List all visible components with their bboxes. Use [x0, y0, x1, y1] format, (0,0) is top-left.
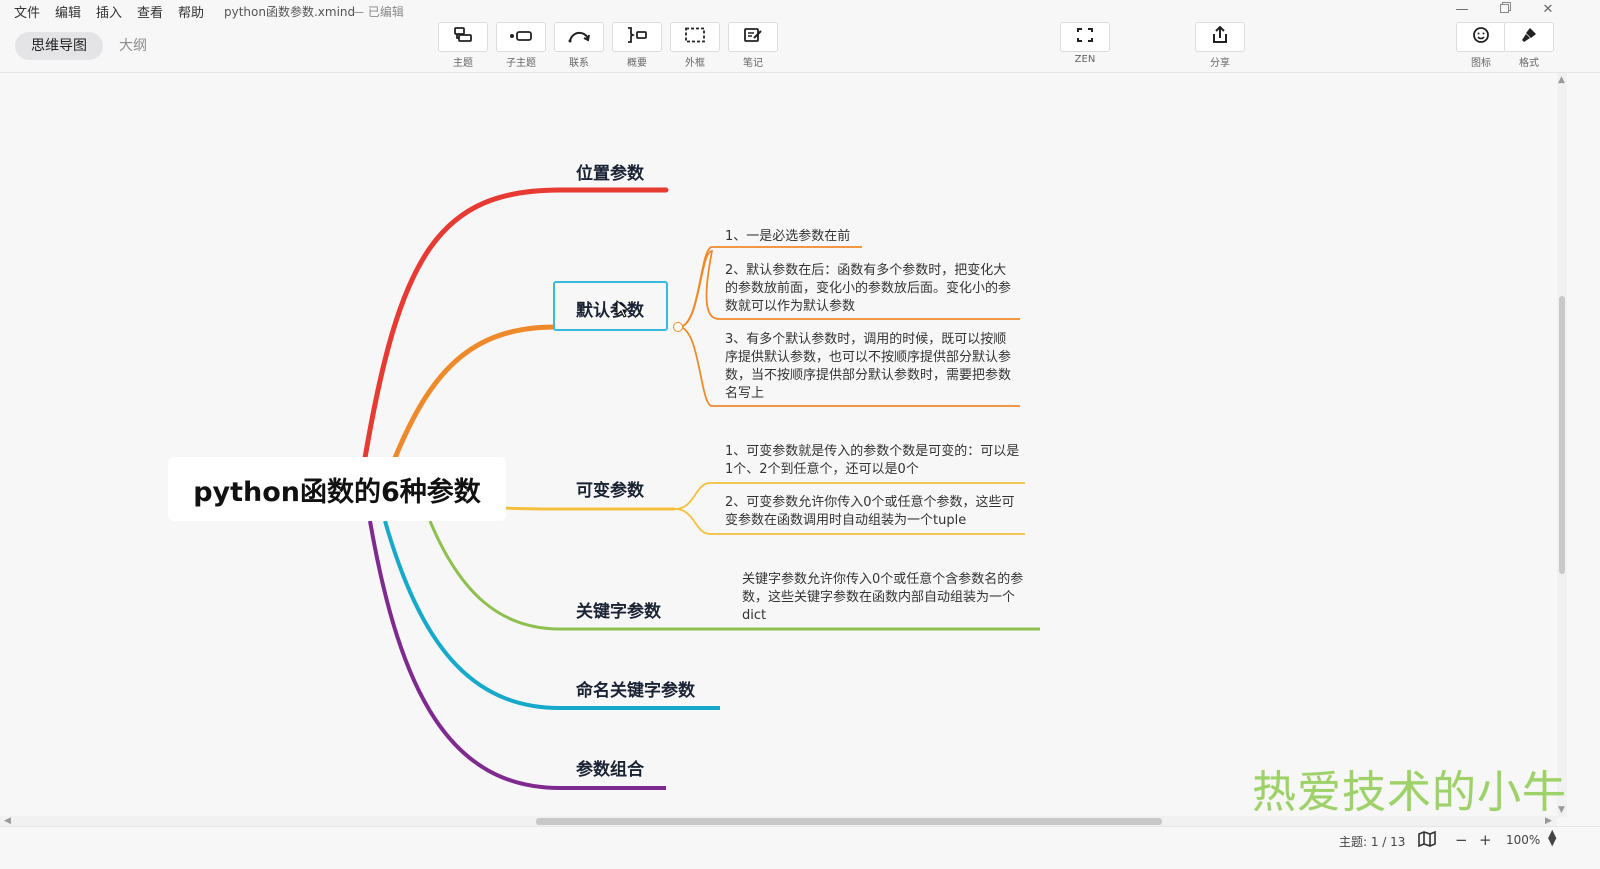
mouse-cursor-icon — [616, 299, 630, 322]
map-icon[interactable] — [1418, 830, 1436, 851]
smiley-icon — [1472, 26, 1490, 48]
icon-panel-button[interactable]: 图标 — [1456, 22, 1506, 69]
note-label: 笔记 — [743, 58, 763, 69]
branch-topic-varargs[interactable]: 可变参数 — [576, 476, 644, 501]
document-title: python函数参数.xmind — [224, 5, 356, 19]
document-status: — 已编辑 — [352, 5, 404, 19]
zoom-in-icon[interactable]: + — [1479, 831, 1492, 849]
horizontal-scroll-thumb[interactable] — [536, 818, 1162, 825]
subtopic-kwargs-1[interactable]: 关键字参数允许你传入0个或任意个含参数名的参数，这些关键字参数在函数内部自动组装… — [742, 571, 1034, 625]
menu-view[interactable]: 查看 — [137, 2, 163, 21]
zoom-level[interactable]: 100% — [1506, 833, 1540, 847]
relationship-label: 联系 — [569, 58, 589, 69]
zen-button[interactable]: ZEN — [1060, 22, 1110, 65]
topic-button[interactable]: 主题 — [438, 22, 488, 69]
branch-topic-named-kwargs[interactable]: 命名关键字参数 — [576, 676, 695, 701]
zoom-stepper-icon[interactable]: ▲ ▼ — [1548, 828, 1556, 847]
scroll-up-icon[interactable]: ▲ — [1558, 75, 1565, 85]
tab-outline[interactable]: 大纲 — [119, 32, 163, 60]
zoom-out-icon[interactable]: − — [1455, 831, 1468, 849]
tab-mindmap[interactable]: 思维导图 — [15, 32, 103, 60]
subtopic-button[interactable]: 子主题 — [496, 22, 546, 69]
vertical-scrollbar[interactable]: ▲ ▼ — [1557, 73, 1567, 818]
boundary-icon — [684, 27, 706, 47]
format-panel-button[interactable]: 格式 — [1504, 22, 1554, 69]
branch-line-6 — [368, 520, 666, 790]
zen-label: ZEN — [1074, 54, 1096, 65]
branch-topic-combination[interactable]: 参数组合 — [576, 755, 644, 780]
close-icon[interactable]: ✕ — [1538, 2, 1558, 17]
relationship-icon — [567, 28, 591, 47]
central-topic[interactable]: python函数的6种参数 — [168, 457, 506, 521]
summary-label: 概要 — [627, 58, 647, 69]
subtopic-varargs-1[interactable]: 1、可变参数就是传入的参数个数是可变的：可以是1个、2个到任意个，还可以是0个 — [725, 443, 1021, 479]
boundary-label: 外框 — [685, 58, 705, 69]
note-icon — [743, 27, 763, 47]
subtopic-label: 子主题 — [506, 58, 536, 69]
share-label: 分享 — [1210, 58, 1230, 69]
summary-button[interactable]: 概要 — [612, 22, 662, 69]
boundary-button[interactable]: 外框 — [670, 22, 720, 69]
restore-icon[interactable] — [1495, 2, 1515, 17]
branch-topic-kwargs[interactable]: 关键字参数 — [576, 597, 661, 622]
vertical-scroll-thumb[interactable] — [1559, 296, 1565, 574]
summary-icon — [625, 27, 649, 47]
subtopic-icon — [509, 28, 533, 47]
share-button[interactable]: 分享 — [1195, 22, 1245, 69]
topic-count: 主题: 1 / 13 — [1339, 835, 1406, 849]
menu-help[interactable]: 帮助 — [178, 2, 204, 21]
toolbar: 思维导图 大纲 主题 子主题 联系 概要 外框 笔记 ZEN 分享 图标 格式 — [0, 22, 1600, 73]
mindmap-canvas[interactable]: python函数的6种参数 位置参数 默认参数 可变参数 关键字参数 命名关键字… — [0, 73, 1565, 818]
topic-icon — [452, 27, 474, 47]
scroll-left-icon[interactable]: ◀ — [4, 816, 11, 826]
icon-panel-label: 图标 — [1471, 58, 1491, 69]
branch-line-2 — [392, 324, 556, 461]
menu-bar: 文件 编辑 插入 查看 帮助 python函数参数.xmind — 已编辑 — … — [0, 0, 1600, 22]
minimize-icon[interactable]: — — [1452, 2, 1472, 17]
subtopic-varargs-2[interactable]: 2、可变参数允许你传入0个或任意个参数，这些可变参数在函数调用时自动组装为一个t… — [725, 494, 1021, 530]
status-bar: 主题: 1 / 13 − + 100% ▲ ▼ — [0, 826, 1600, 869]
format-panel-label: 格式 — [1519, 58, 1539, 69]
branch-topic-default[interactable]: 默认参数 — [576, 296, 644, 321]
note-button[interactable]: 笔记 — [728, 22, 778, 69]
subtopic-default-1[interactable]: 1、一是必选参数在前 — [725, 228, 1005, 246]
fullscreen-icon — [1076, 27, 1094, 47]
collapse-toggle[interactable] — [673, 322, 683, 332]
menu-edit[interactable]: 编辑 — [55, 2, 81, 21]
subtopic-default-2[interactable]: 2、默认参数在后：函数有多个参数时，把变化大的参数放前面，变化小的参数放后面。变… — [725, 262, 1017, 316]
relationship-button[interactable]: 联系 — [554, 22, 604, 69]
branch-topic-positional[interactable]: 位置参数 — [576, 159, 644, 184]
subtopic-default-3[interactable]: 3、有多个默认参数时，调用的时候，既可以按顺序提供默认参数，也可以不按顺序提供部… — [725, 331, 1017, 403]
share-icon — [1211, 25, 1229, 48]
topic-label: 主题 — [453, 58, 473, 69]
menu-insert[interactable]: 插入 — [96, 2, 122, 21]
brush-icon — [1520, 26, 1538, 48]
menu-file[interactable]: 文件 — [14, 2, 40, 21]
branch-line-3 — [505, 506, 675, 511]
watermark: 热爱技术的小牛 — [1252, 767, 1567, 818]
